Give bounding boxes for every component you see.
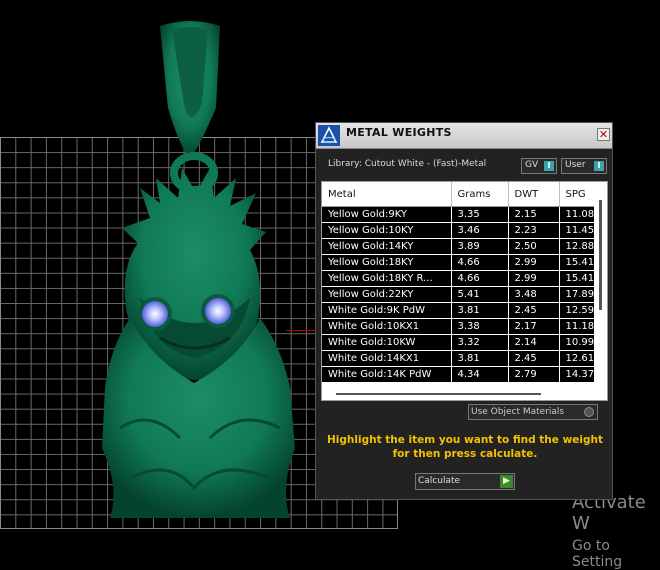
vertical-scroll-thumb[interactable] <box>599 200 602 310</box>
cell-dwt: 2.50 <box>508 238 560 255</box>
cell-spg: 11.18 <box>559 318 595 335</box>
panel-title: METAL WEIGHTS <box>346 126 452 139</box>
metal-weights-table: Metal Grams DWT SPG Yellow Gold:9KY 3.35 2… <box>322 182 595 383</box>
cell-spg: 10.99 <box>559 334 595 351</box>
cell-metal: Yellow Gold:10KY <box>322 222 452 239</box>
cell-dwt: 2.14 <box>508 334 560 351</box>
radio-icon[interactable] <box>584 407 594 417</box>
column-header-metal[interactable]: Metal <box>322 182 452 207</box>
table-row[interactable]: Yellow Gold:14KY 3.89 2.50 12.88 <box>322 238 595 255</box>
cell-metal: Yellow Gold:18KY <box>322 254 452 271</box>
gv-toggle-label: GV <box>525 160 539 170</box>
cell-metal: White Gold:10KW <box>322 334 452 351</box>
table-row[interactable]: Yellow Gold:10KY 3.46 2.23 11.45 <box>322 222 595 239</box>
cell-metal: Yellow Gold:14KY <box>322 238 452 255</box>
close-icon[interactable]: ✕ <box>597 128 610 141</box>
instruction-text: Highlight the item you want to find the … <box>327 434 603 460</box>
cell-spg: 11.08 <box>559 206 595 223</box>
watermark-line-2: Go to Setting <box>572 538 623 570</box>
toggle-indicator-icon: I <box>594 161 604 171</box>
cell-metal: Yellow Gold:9KY <box>322 206 452 223</box>
cell-spg: 12.61 <box>559 350 595 367</box>
table-row[interactable]: White Gold:10KW 3.32 2.14 10.99 <box>322 334 595 351</box>
table-row[interactable]: White Gold:14KX1 3.81 2.45 12.61 <box>322 350 595 367</box>
metal-weights-app-icon <box>318 125 340 146</box>
metal-weights-panel: METAL WEIGHTS ✕ Library: Cutout White - … <box>315 122 613 500</box>
pendant-model[interactable] <box>90 18 315 538</box>
user-toggle-label: User <box>565 160 586 170</box>
cell-metal: White Gold:14K PdW <box>322 366 452 383</box>
cell-metal: White Gold:10KX1 <box>322 318 452 335</box>
cell-grams: 3.32 <box>451 334 509 351</box>
cell-dwt: 2.17 <box>508 318 560 335</box>
calculate-label: Calculate <box>418 476 461 486</box>
cell-grams: 3.38 <box>451 318 509 335</box>
windows-activation-watermark: Activate W Go to Setting <box>572 492 660 570</box>
cell-dwt: 2.79 <box>508 366 560 383</box>
cell-metal: Yellow Gold:22KY <box>322 286 452 303</box>
cell-grams: 4.66 <box>451 270 509 287</box>
calculate-button[interactable]: Calculate ▶ <box>415 473 515 490</box>
table-row[interactable]: Yellow Gold:9KY 3.35 2.15 11.08 <box>322 206 595 223</box>
cell-spg: 15.41 <box>559 270 595 287</box>
cell-grams: 3.81 <box>451 350 509 367</box>
gv-toggle[interactable]: GV I <box>521 158 557 174</box>
cell-dwt: 2.15 <box>508 206 560 223</box>
cell-grams: 4.34 <box>451 366 509 383</box>
play-arrow-icon: ▶ <box>500 475 513 488</box>
table-row[interactable]: White Gold:9K PdW 3.81 2.45 12.59 <box>322 302 595 319</box>
column-header-dwt[interactable]: DWT <box>508 182 560 207</box>
cell-dwt: 2.45 <box>508 350 560 367</box>
cell-grams: 3.81 <box>451 302 509 319</box>
cell-spg: 12.59 <box>559 302 595 319</box>
use-object-materials-label: Use Object Materials <box>471 407 565 417</box>
cell-metal: Yellow Gold:18KY R... <box>322 270 452 287</box>
cell-metal: White Gold:14KX1 <box>322 350 452 367</box>
metal-table[interactable]: Metal Grams DWT SPG Yellow Gold:9KY 3.35 2… <box>321 181 608 401</box>
toggle-indicator-icon: I <box>544 161 554 171</box>
column-header-spg[interactable]: SPG <box>559 182 595 207</box>
library-label: Library: Cutout White - (Fast)-Metal <box>328 159 487 169</box>
cell-grams: 3.46 <box>451 222 509 239</box>
table-row[interactable]: Yellow Gold:18KY 4.66 2.99 15.41 <box>322 254 595 271</box>
use-object-materials-option[interactable]: Use Object Materials <box>468 404 598 420</box>
cell-dwt: 3.48 <box>508 286 560 303</box>
table-row[interactable]: White Gold:10KX1 3.38 2.17 11.18 <box>322 318 595 335</box>
cell-grams: 4.66 <box>451 254 509 271</box>
table-row[interactable]: White Gold:14K PdW 4.34 2.79 14.37 <box>322 366 595 383</box>
cell-dwt: 2.45 <box>508 302 560 319</box>
horizontal-scrollbar[interactable] <box>322 388 594 400</box>
panel-title-bar[interactable]: METAL WEIGHTS ✕ <box>316 123 612 149</box>
vertical-scrollbar[interactable] <box>594 182 607 400</box>
table-header-row: Metal Grams DWT SPG <box>322 182 595 207</box>
cell-spg: 14.37 <box>559 366 595 383</box>
cell-grams: 3.35 <box>451 206 509 223</box>
cell-spg: 12.88 <box>559 238 595 255</box>
user-toggle[interactable]: User I <box>561 158 607 174</box>
column-header-grams[interactable]: Grams <box>451 182 509 207</box>
cell-grams: 5.41 <box>451 286 509 303</box>
cell-spg: 15.41 <box>559 254 595 271</box>
cell-metal: White Gold:9K PdW <box>322 302 452 319</box>
cell-dwt: 2.99 <box>508 254 560 271</box>
table-row[interactable]: Yellow Gold:18KY R... 4.66 2.99 15.41 <box>322 270 595 287</box>
cell-grams: 3.89 <box>451 238 509 255</box>
cell-spg: 17.89 <box>559 286 595 303</box>
cell-dwt: 2.23 <box>508 222 560 239</box>
cell-dwt: 2.99 <box>508 270 560 287</box>
cell-spg: 11.45 <box>559 222 595 239</box>
table-row[interactable]: Yellow Gold:22KY 5.41 3.48 17.89 <box>322 286 595 303</box>
horizontal-scroll-thumb[interactable] <box>336 393 541 395</box>
